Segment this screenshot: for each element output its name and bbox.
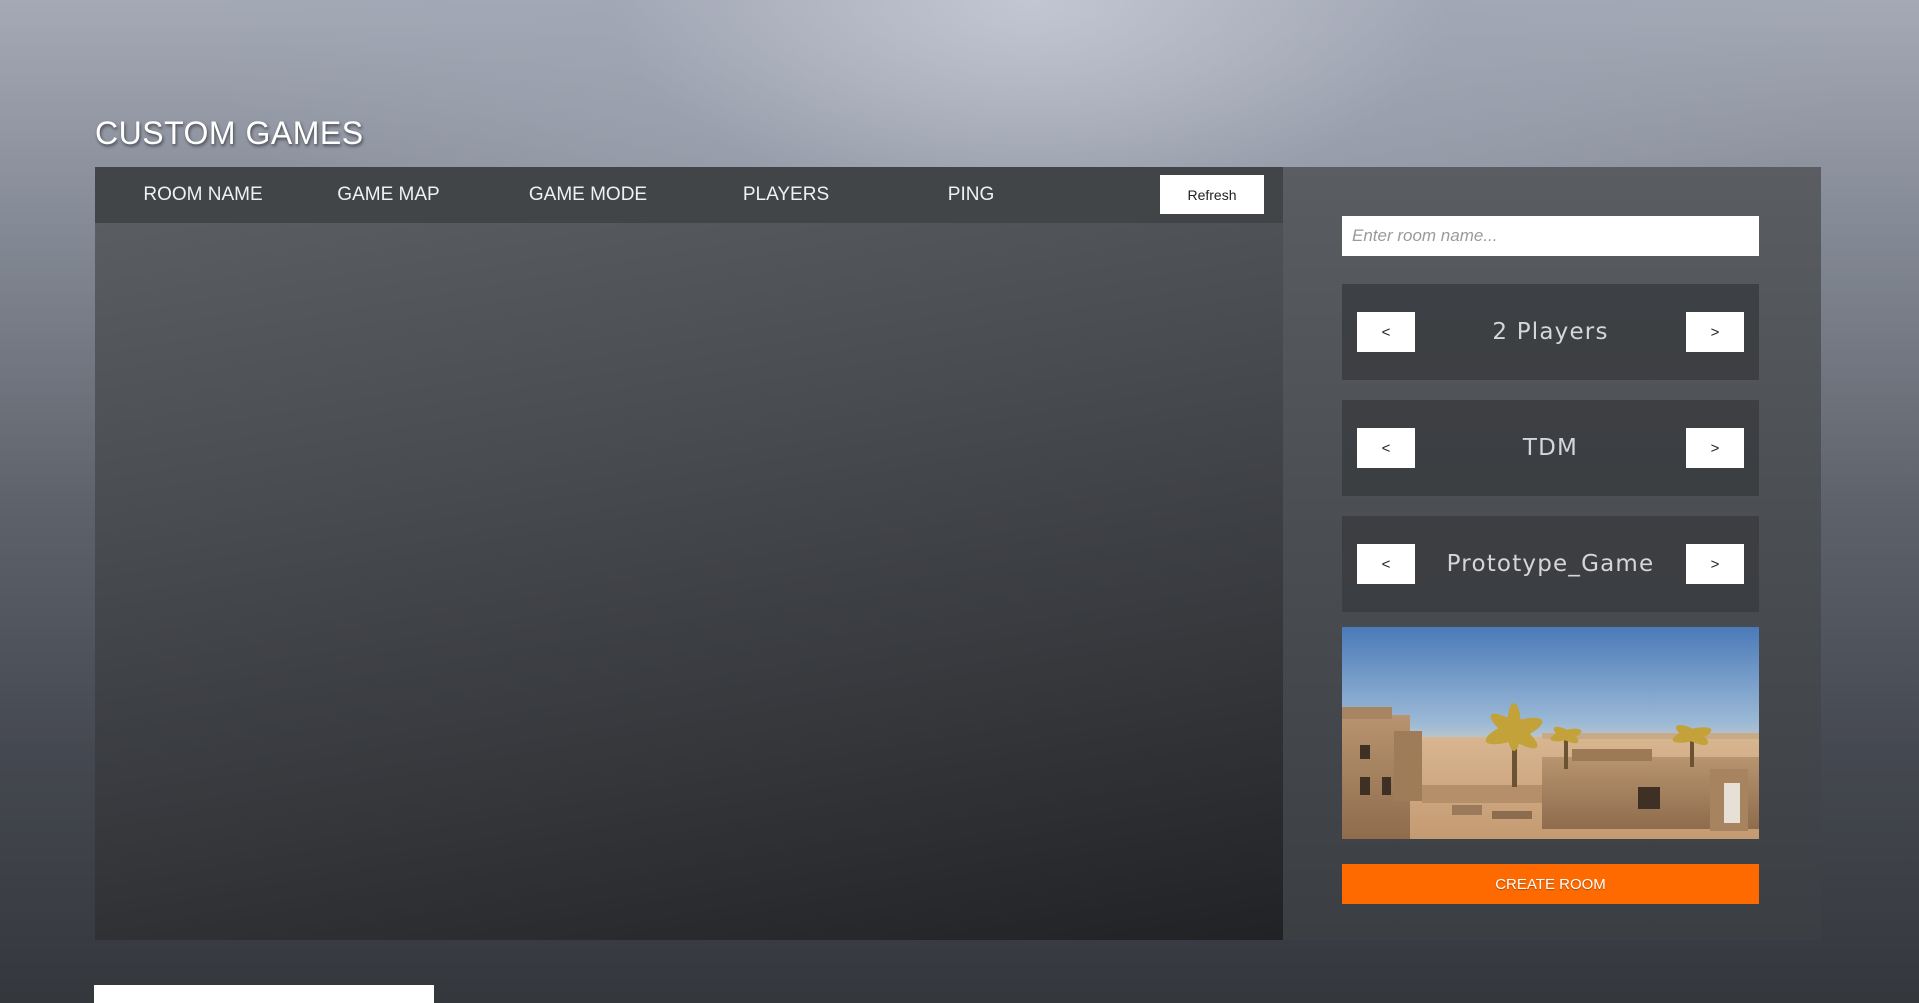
custom-games-panel: ROOM NAME GAME MAP GAME MODE PLAYERS PIN… [95,167,1821,940]
column-header-game-mode[interactable]: GAME MODE [505,167,671,223]
column-header-players[interactable]: PLAYERS [723,167,849,223]
players-value: 2 Players [1492,319,1609,345]
refresh-button[interactable]: Refresh [1160,175,1264,214]
room-list-header: ROOM NAME GAME MAP GAME MODE PLAYERS PIN… [95,167,1283,223]
players-prev-button[interactable]: < [1357,312,1415,352]
column-header-game-map[interactable]: GAME MAP [316,167,461,223]
room-list[interactable] [95,223,1283,940]
page-title: CUSTOM GAMES [95,115,364,151]
mode-value: TDM [1522,435,1579,461]
game-mode-selector: < TDM > [1342,400,1759,496]
map-next-button[interactable]: > [1686,544,1744,584]
map-value: Prototype_Game [1446,551,1655,577]
map-preview-image [1342,627,1759,839]
create-room-panel: < 2 Players > < TDM > < Prototype_Game > [1283,167,1821,940]
back-button[interactable] [94,985,434,1003]
column-header-ping[interactable]: PING [926,167,1016,223]
create-room-button[interactable]: CREATE ROOM [1342,864,1759,904]
mode-prev-button[interactable]: < [1357,428,1415,468]
column-header-room-name[interactable]: ROOM NAME [125,167,281,223]
room-list-panel: ROOM NAME GAME MAP GAME MODE PLAYERS PIN… [95,167,1283,940]
room-name-input[interactable] [1342,216,1759,256]
players-selector: < 2 Players > [1342,284,1759,380]
map-prev-button[interactable]: < [1357,544,1415,584]
players-next-button[interactable]: > [1686,312,1744,352]
mode-next-button[interactable]: > [1686,428,1744,468]
game-map-selector: < Prototype_Game > [1342,516,1759,612]
